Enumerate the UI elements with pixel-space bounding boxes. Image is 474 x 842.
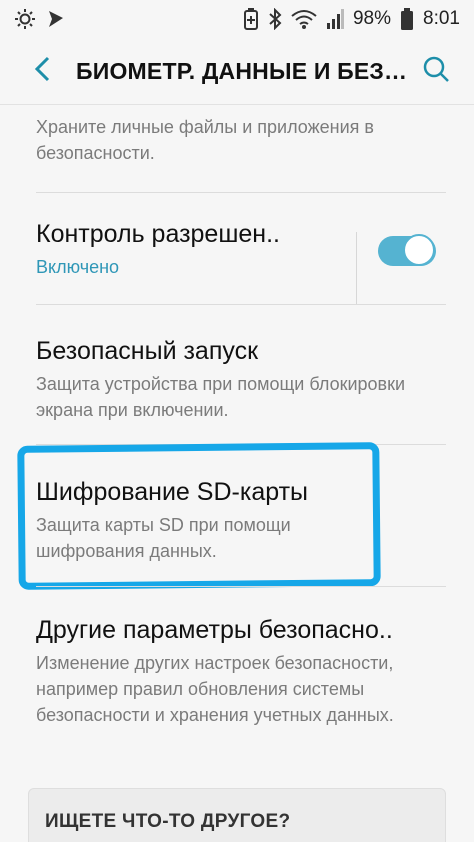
item-status: Включено	[36, 257, 120, 277]
nav-arrow-icon	[46, 9, 66, 29]
search-button[interactable]	[408, 43, 464, 99]
app-header: БИОМЕТР. ДАННЫЕ И БЕЗ…	[0, 38, 474, 105]
brightness-icon	[14, 8, 36, 30]
item-subtitle: Изменение других настроек безопасности, …	[36, 653, 394, 725]
item-title: Контроль разрешен..	[36, 220, 280, 248]
status-left	[14, 8, 66, 30]
settings-item-sd-encryption[interactable]: Шифрование SD-карты Защита карты SD при …	[0, 476, 474, 564]
item-title: Шифрование SD-карты	[36, 478, 308, 506]
item-subtitle: Храните личные файлы и приложения в безо…	[36, 117, 374, 163]
status-bar: 98% 8:01	[0, 0, 474, 38]
battery-icon	[400, 8, 414, 30]
settings-item-secure-folder[interactable]: Храните личные файлы и приложения в безо…	[0, 114, 474, 166]
page-title: БИОМЕТР. ДАННЫЕ И БЕЗ…	[76, 57, 406, 84]
search-icon	[422, 55, 450, 88]
item-title: Безопасный запуск	[36, 337, 259, 365]
divider	[36, 304, 446, 305]
toggle-separator	[356, 232, 357, 304]
chevron-left-icon	[33, 56, 51, 87]
wifi-icon	[291, 9, 317, 29]
toggle-knob	[403, 234, 435, 266]
item-subtitle: Защита карты SD при помощи шифрования да…	[36, 515, 291, 561]
divider	[36, 586, 446, 587]
settings-item-permission-control[interactable]: Контроль разрешен.. Включено	[0, 218, 350, 280]
permission-control-toggle[interactable]	[378, 234, 436, 268]
clock: 8:01	[423, 8, 460, 29]
settings-list: Храните личные файлы и приложения в безо…	[0, 104, 474, 842]
back-button[interactable]	[14, 43, 70, 99]
divider	[36, 192, 446, 193]
status-right: 98% 8:01	[243, 8, 460, 30]
signal-icon	[326, 9, 344, 29]
battery-percent: 98%	[352, 8, 392, 29]
looking-for-something-else-card: ИЩЕТЕ ЧТО-ТО ДРУГОЕ?	[28, 788, 446, 842]
item-subtitle: Защита устройства при помощи блокировки …	[36, 374, 406, 420]
settings-item-other-security[interactable]: Другие параметры безопасно.. Изменение д…	[0, 614, 474, 728]
card-title: ИЩЕТЕ ЧТО-ТО ДРУГОЕ?	[45, 811, 291, 832]
battery-saver-icon	[243, 8, 259, 30]
bluetooth-icon	[268, 8, 282, 30]
divider	[36, 444, 446, 445]
item-title: Другие параметры безопасно..	[36, 616, 393, 644]
settings-item-secure-startup[interactable]: Безопасный запуск Защита устройства при …	[0, 335, 474, 423]
